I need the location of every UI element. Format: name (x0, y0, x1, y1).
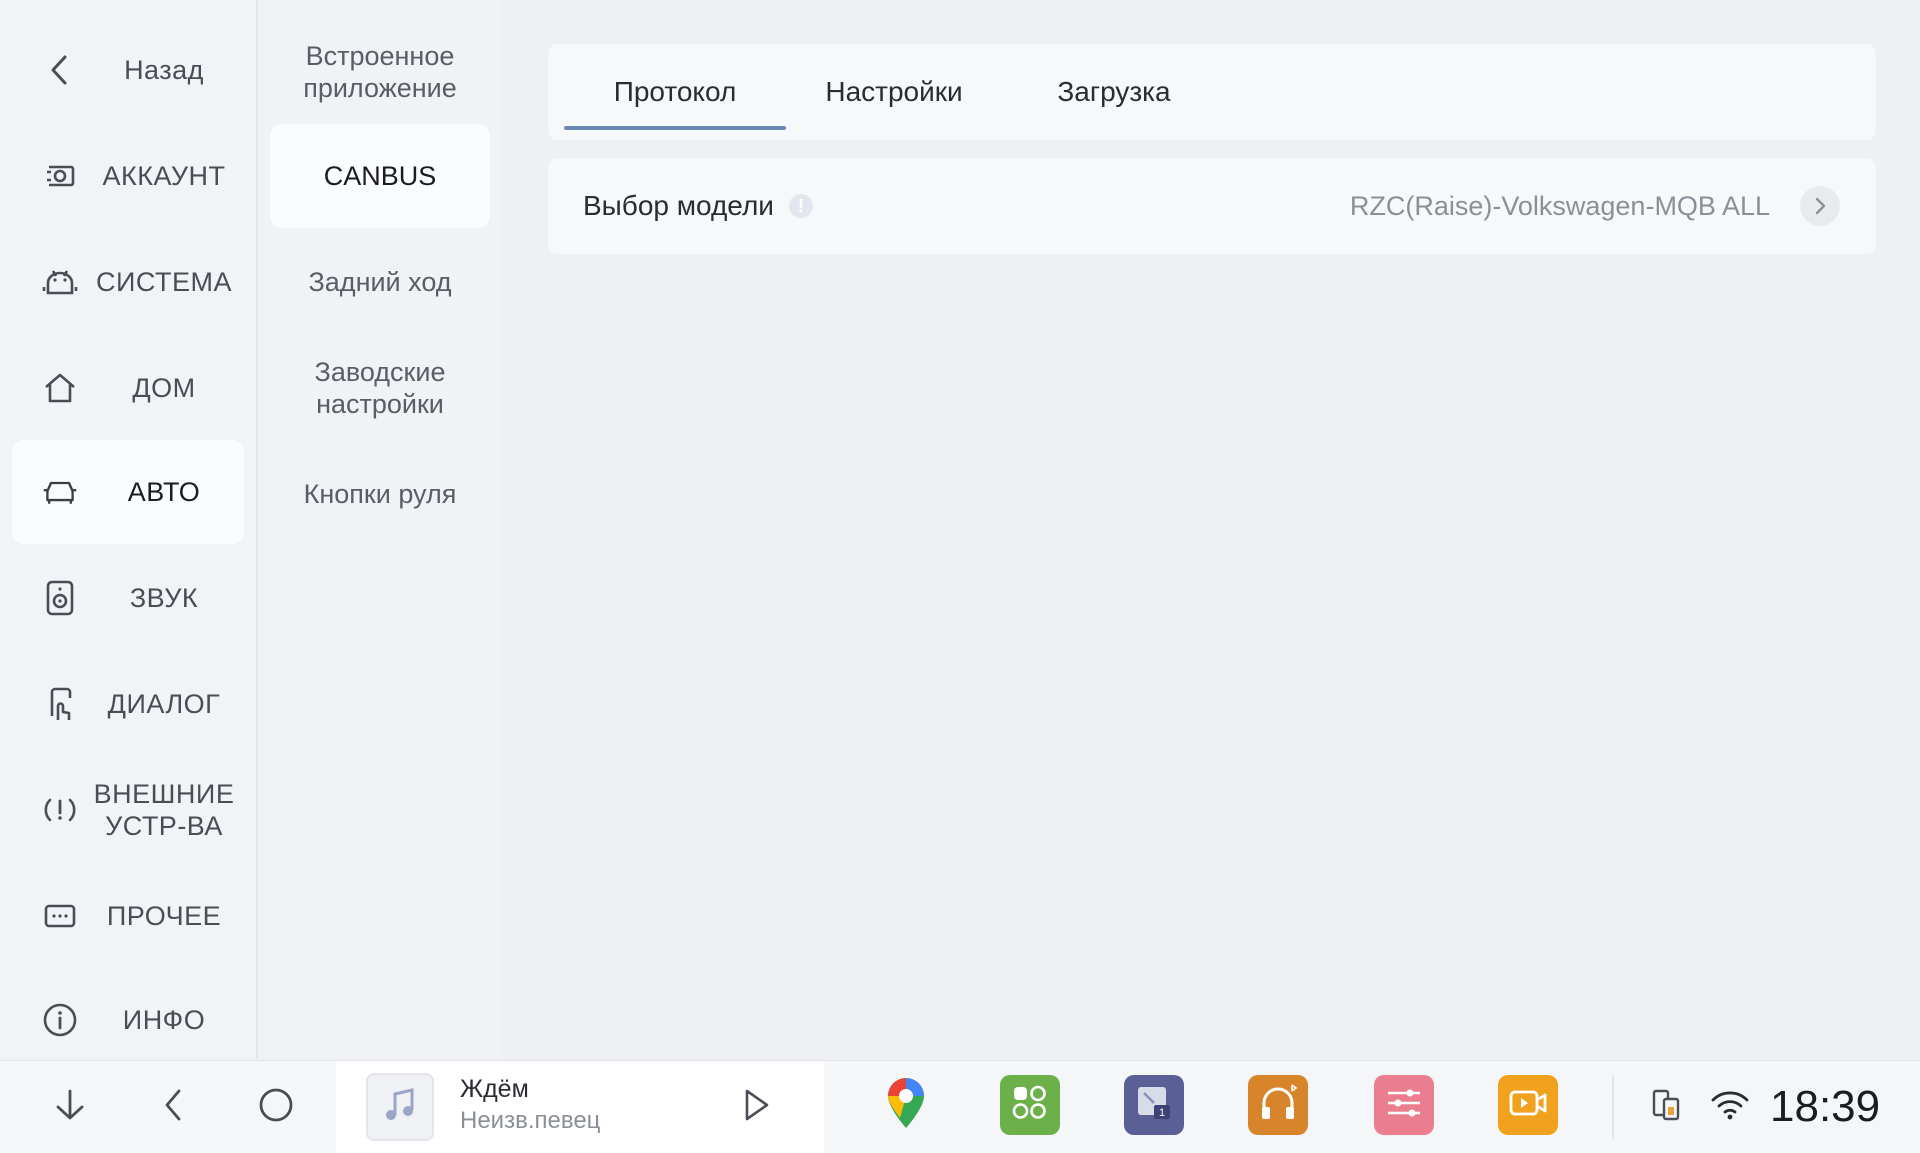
speaker-icon (42, 580, 78, 616)
song-artist: Неизв.певец (460, 1107, 601, 1134)
nav-item-system[interactable]: СИСТЕМА (12, 230, 244, 334)
nav-item-label: ВНЕШНИЕ УСТР-ВА (84, 778, 244, 842)
nav-item-other[interactable]: ПРОЧЕЕ (12, 864, 244, 968)
subnav-item-label: CANBUS (323, 161, 437, 191)
nav-back-button[interactable] (144, 1061, 204, 1153)
tab-settings[interactable]: Настройки (794, 44, 994, 140)
subnav-item-label-line1: Заводские (314, 357, 446, 387)
more-icon (42, 898, 78, 934)
app-video[interactable] (1498, 1075, 1558, 1135)
phone-link-icon (1648, 1087, 1684, 1128)
chevron-left-icon (159, 1085, 189, 1130)
tab-download[interactable]: Загрузка (1014, 44, 1214, 140)
tab-bar: Протокол Настройки Загрузка (548, 44, 1876, 140)
subnav-item-label-line2: настройки (316, 389, 444, 419)
info-hint-icon[interactable]: ! (789, 194, 813, 218)
wifi-status[interactable] (1700, 1061, 1760, 1153)
tab-label: Загрузка (1057, 76, 1171, 107)
nav-item-auto[interactable]: АВТО (12, 440, 244, 544)
play-icon (741, 1087, 771, 1128)
active-tab-indicator (564, 126, 786, 130)
chevron-right-icon[interactable] (1800, 186, 1840, 226)
back-label: Назад (124, 55, 204, 85)
tab-label: Протокол (613, 76, 737, 107)
nav-item-external-devices[interactable]: ВНЕШНИЕ УСТР-ВА (12, 758, 244, 862)
info-icon (42, 1002, 78, 1038)
nav-item-label: ЗВУК (129, 583, 199, 613)
car-icon (42, 474, 78, 510)
equalizer-icon (1382, 1081, 1426, 1130)
subnav-item-label: Заводские настройки (315, 356, 446, 420)
wifi-icon (1710, 1088, 1750, 1127)
subnav-item-canbus[interactable]: CANBUS (270, 124, 490, 228)
phone-link-button[interactable] (1636, 1061, 1696, 1153)
subnav-item-factory-settings[interactable]: Заводские настройки (270, 336, 490, 440)
main-nav: Назад АККАУНТ СИСТЕМА ДОМ АВТО ЗВУК ДИАЛ… (0, 0, 258, 1058)
nav-item-label-line1: ВНЕШНИЕ (93, 779, 235, 809)
play-button[interactable] (726, 1077, 786, 1137)
touch-icon (42, 686, 78, 722)
apps-grid-icon (1010, 1083, 1050, 1128)
subnav-item-label-line2: приложение (303, 73, 457, 103)
back-button[interactable]: Назад (12, 18, 244, 122)
collapse-down-button[interactable] (40, 1061, 100, 1153)
svg-text:1: 1 (1159, 1107, 1165, 1119)
nav-item-info[interactable]: ИНФО (12, 968, 244, 1072)
subnav-item-label: Встроенное приложение (303, 40, 457, 104)
nav-item-label: ИНФО (122, 1005, 206, 1035)
nav-item-label: ДИАЛОГ (107, 689, 221, 719)
subnav-item-builtin-app[interactable]: Встроенное приложение (270, 20, 490, 124)
alert-circle-icon (42, 792, 78, 828)
subnav-item-steering-buttons[interactable]: Кнопки руля (270, 442, 490, 546)
circle-home-icon (256, 1085, 296, 1130)
nav-item-account[interactable]: АККАУНТ (12, 124, 244, 228)
android-icon (42, 264, 78, 300)
tab-label: Настройки (825, 76, 963, 107)
subnav-item-label: Кнопки руля (303, 479, 457, 509)
maps-icon (884, 1076, 928, 1135)
subnav-item-label: Задний ход (308, 267, 452, 297)
nav-item-label-line2: УСТР-ВА (105, 811, 223, 841)
arrow-down-icon (50, 1085, 90, 1130)
nav-item-home[interactable]: ДОМ (12, 336, 244, 440)
nav-item-sound[interactable]: ЗВУК (12, 546, 244, 650)
bt-music-icon (1256, 1081, 1300, 1130)
video-icon (1506, 1081, 1550, 1130)
nav-home-button[interactable] (246, 1061, 306, 1153)
app-equalizer[interactable] (1374, 1075, 1434, 1135)
model-select-label: Выбор модели (583, 190, 774, 221)
music-note-icon (380, 1085, 420, 1130)
chevron-left-icon (42, 52, 78, 88)
app-maps[interactable] (876, 1075, 936, 1135)
nav-item-label: АККАУНТ (102, 161, 226, 191)
nav-item-dialog[interactable]: ДИАЛОГ (12, 652, 244, 756)
song-title: Ждём (460, 1075, 529, 1103)
sub-nav: Встроенное приложение CANBUS Задний ход … (258, 0, 502, 1058)
subnav-item-reverse[interactable]: Задний ход (270, 230, 490, 334)
nav-item-label: ПРОЧЕЕ (106, 901, 222, 931)
nav-item-label: АВТО (127, 477, 201, 507)
album-art (366, 1073, 434, 1141)
model-select-row[interactable]: Выбор модели ! RZC(Raise)-Volkswagen-MQB… (548, 158, 1876, 254)
subnav-item-label-line1: Встроенное (305, 41, 455, 71)
bottom-bar: Ждём Неизв.певец 1 18:39 (0, 1060, 1920, 1153)
app-bt-music[interactable] (1248, 1075, 1308, 1135)
account-icon (42, 158, 78, 194)
multiwindow-icon: 1 (1132, 1081, 1176, 1130)
media-widget[interactable]: Ждём Неизв.певец (336, 1061, 824, 1153)
nav-item-label: ДОМ (132, 373, 196, 403)
home-icon (42, 370, 78, 406)
clock: 18:39 (1770, 1082, 1881, 1131)
app-multiwindow[interactable]: 1 (1124, 1075, 1184, 1135)
bottom-bar-divider (1612, 1075, 1614, 1139)
model-select-value: RZC(Raise)-Volkswagen-MQB ALL (1349, 190, 1770, 221)
app-launcher[interactable] (1000, 1075, 1060, 1135)
nav-item-label: СИСТЕМА (95, 267, 232, 297)
